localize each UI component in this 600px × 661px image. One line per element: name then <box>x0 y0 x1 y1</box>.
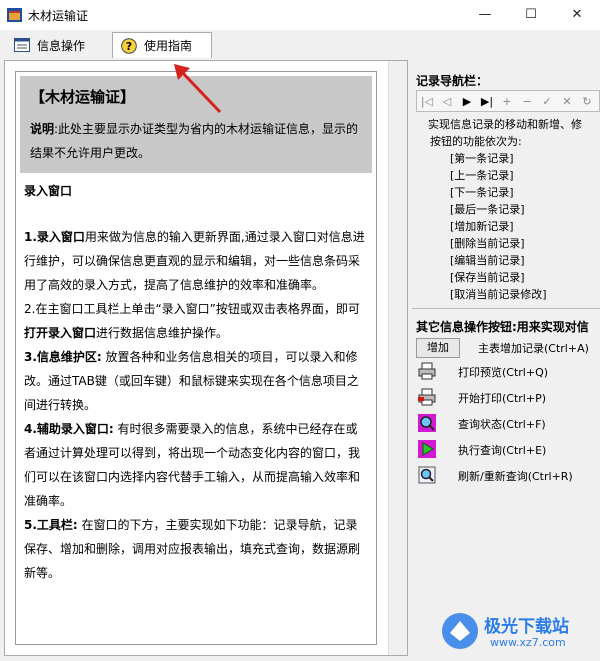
paragraph-5: 5.工具栏: 在窗口的下方，主要实现如下功能：记录导航，记录保存、增加和删除，调… <box>24 513 366 585</box>
paragraph-3: 3.信息维护区: 放置各种和业务信息相关的项目，可以录入和修改。通过TAB键（或… <box>24 345 366 417</box>
divider <box>412 308 600 309</box>
refresh-query-label: 刷新/重新查询(Ctrl+R) <box>458 470 573 483</box>
nav-item: [第一条记录] <box>450 152 514 165</box>
watermark-logo-icon <box>442 613 478 649</box>
watermark-url: www.xz7.com <box>490 636 566 649</box>
prev-record-icon[interactable]: ◁ <box>437 95 457 108</box>
other-ops-heading: 其它信息操作按钮:用来实现对信 <box>416 320 589 334</box>
tab-user-guide[interactable]: ? 使用指南 <box>112 32 212 58</box>
add-button[interactable]: 增加 <box>416 338 460 358</box>
paragraph-4: 4.辅助录入窗口: 有时很多需要录入的信息，系统中已经存在或者通过计算处理可以得… <box>24 417 366 513</box>
print-preview-label: 打印预览(Ctrl+Q) <box>458 366 549 379</box>
nav-desc-1: 实现信息记录的移动和新增、修 <box>428 118 582 131</box>
watermark: 极光下载站 www.xz7.com <box>440 606 600 656</box>
nav-item: [删除当前记录] <box>450 237 525 250</box>
print-start-icon[interactable] <box>418 388 436 406</box>
help-side-pane: 记录导航栏： |◁ ◁ ▶ ▶| + − ✓ ✕ ↻ 实现信息记录的移动和新增、… <box>412 60 600 656</box>
run-query-label: 执行查询(Ctrl+E) <box>458 444 547 457</box>
paragraph-2-text-b: 进行数据信息维护操作。 <box>96 326 229 340</box>
refresh-query-icon[interactable] <box>418 466 436 484</box>
add-button-desc: 主表增加记录(Ctrl+A) <box>478 342 589 355</box>
last-record-icon[interactable]: ▶| <box>477 95 497 108</box>
vertical-scrollbar[interactable] <box>388 61 407 655</box>
paragraph-2-bold: 打开录入窗口 <box>24 326 97 340</box>
guide-body: 录入窗口 1.录入窗口用来做为信息的输入更新界面,通过录入窗口对信息进行维护，可… <box>16 173 376 585</box>
app-icon <box>7 8 22 22</box>
add-record-icon[interactable]: + <box>497 95 517 108</box>
nav-desc-2: 按钮的功能依次为: <box>430 135 522 148</box>
query-state-label: 查询状态(Ctrl+F) <box>458 418 546 431</box>
guide-pane: 【木材运输证】 说明:此处主要显示办证类型为省内的木材运输证信息，显示的结果不允… <box>4 60 408 656</box>
first-record-icon[interactable]: |◁ <box>417 95 437 108</box>
nav-item: [下一条记录] <box>450 186 514 199</box>
guide-note-label: 说明 <box>30 122 55 136</box>
paragraph-5-bold: 5.工具栏: <box>24 518 78 532</box>
section-heading: 录入窗口 <box>24 184 73 198</box>
watermark-text: 极光下载站 <box>484 617 569 637</box>
annotation-arrow-icon <box>174 64 222 114</box>
help-icon: ? <box>121 37 137 54</box>
start-print-label: 开始打印(Ctrl+P) <box>458 392 547 405</box>
tab-bar: 信息操作 ? 使用指南 <box>0 30 600 60</box>
close-button[interactable]: ✕ <box>554 0 600 30</box>
tab-info-operation[interactable]: 信息操作 <box>6 32 106 58</box>
nav-item: [上一条记录] <box>450 169 514 182</box>
paragraph-4-bold: 4.辅助录入窗口: <box>24 422 114 436</box>
nav-heading: 记录导航栏： <box>416 74 489 88</box>
tab-info-operation-label: 信息操作 <box>37 38 86 53</box>
minimize-button[interactable]: — <box>462 0 508 30</box>
query-state-icon[interactable] <box>418 414 436 432</box>
maximize-button[interactable]: ☐ <box>508 0 554 30</box>
paragraph-1-bold: 1.录入窗口 <box>24 230 85 244</box>
title-bar: 木材运输证 — ☐ ✕ <box>0 0 600 30</box>
next-record-icon[interactable]: ▶ <box>457 95 477 108</box>
record-nav-toolbar: |◁ ◁ ▶ ▶| + − ✓ ✕ ↻ <box>416 90 600 112</box>
paragraph-3-bold: 3.信息维护区: <box>24 350 102 364</box>
paragraph-1: 1.录入窗口用来做为信息的输入更新界面,通过录入窗口对信息进行维护，可以确保信息… <box>24 225 366 297</box>
edit-record-icon[interactable]: ✓ <box>537 95 557 108</box>
guide-content: 【木材运输证】 说明:此处主要显示办证类型为省内的木材运输证信息，显示的结果不允… <box>15 71 377 645</box>
paragraph-2-text-a: 2.在主窗口工具栏上单击“录入窗口”按钮或双击表格界面，即可 <box>24 302 360 316</box>
window-title: 木材运输证 <box>28 9 89 23</box>
refresh-record-icon[interactable]: ↻ <box>577 95 597 108</box>
nav-item: [编辑当前记录] <box>450 254 525 267</box>
printer-icon[interactable] <box>418 362 436 380</box>
delete-record-icon[interactable]: − <box>517 95 537 108</box>
cancel-edit-icon[interactable]: ✕ <box>557 95 577 108</box>
svg-text:?: ? <box>126 40 132 53</box>
nav-item: [取消当前记录修改] <box>450 288 547 301</box>
guide-note-text: :此处主要显示办证类型为省内的木材运输证信息，显示的结果不允许用户更改。 <box>30 122 359 160</box>
run-query-icon[interactable] <box>418 440 436 458</box>
list-icon <box>14 38 30 52</box>
nav-item: [保存当前记录] <box>450 271 525 284</box>
tab-user-guide-label: 使用指南 <box>144 39 193 53</box>
nav-item: [最后一条记录] <box>450 203 525 216</box>
paragraph-2: 2.在主窗口工具栏上单击“录入窗口”按钮或双击表格界面，即可打开录入窗口进行数据… <box>24 297 366 345</box>
nav-item: [增加新记录] <box>450 220 514 233</box>
guide-note: 说明:此处主要显示办证类型为省内的木材运输证信息，显示的结果不允许用户更改。 <box>30 117 362 165</box>
